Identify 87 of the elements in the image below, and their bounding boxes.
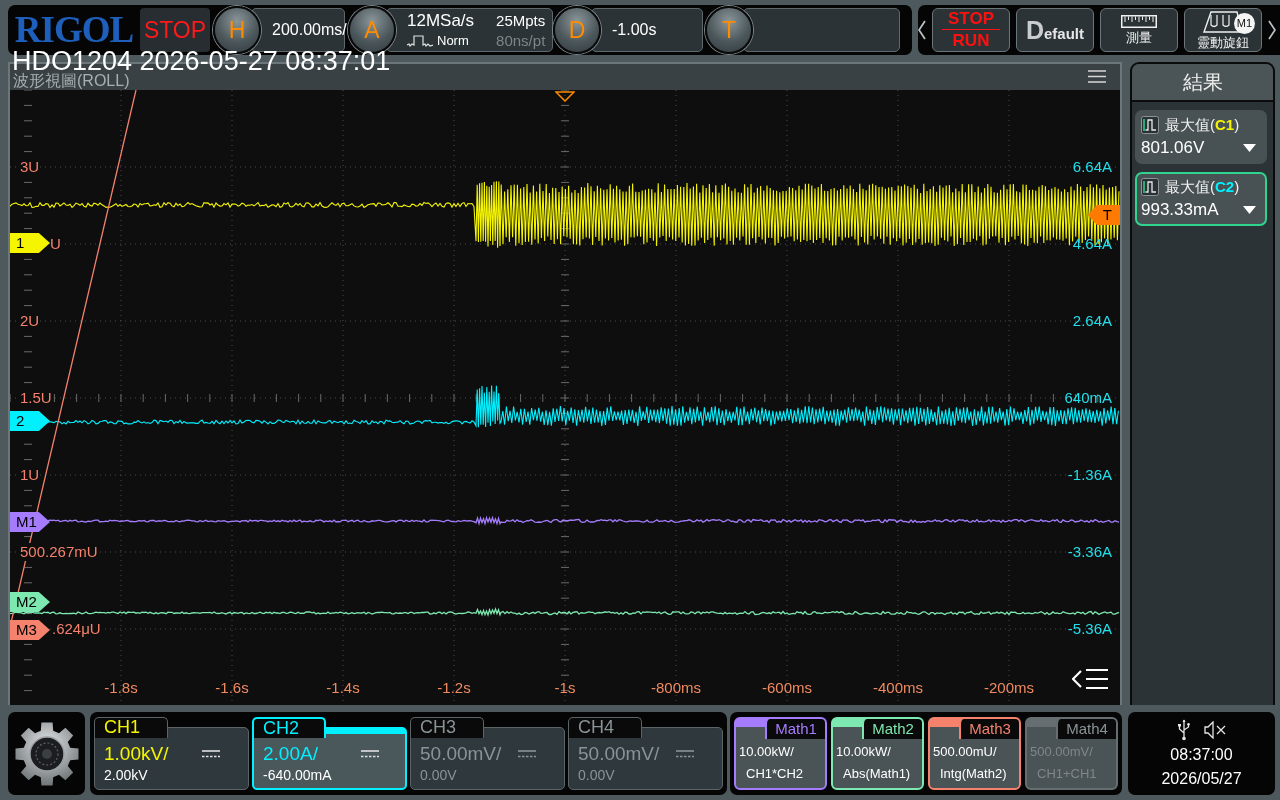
time-label: -1.6s bbox=[215, 679, 249, 697]
scale-label: 640mA bbox=[1064, 389, 1112, 407]
channel-scale: 50.00mV/ bbox=[420, 742, 503, 766]
scale-label: 2.64A bbox=[1072, 312, 1112, 330]
measurement-item[interactable]: 最大值(C1) 801.06V bbox=[1135, 110, 1267, 164]
dc-coupling-icon bbox=[361, 750, 379, 758]
menu-collapse-icon[interactable] bbox=[1072, 668, 1108, 690]
scale-label: -1.36A bbox=[1067, 466, 1112, 484]
knob-button[interactable]: M1 靈動旋鈕 bbox=[1184, 8, 1262, 52]
dc-coupling-icon bbox=[676, 750, 694, 758]
math-scale: 10.00kW/ bbox=[836, 744, 892, 760]
trigger-level-marker: T bbox=[1088, 205, 1120, 225]
math-card[interactable]: Math2 10.00kW/ Abs(Math1) bbox=[831, 717, 924, 790]
pulse-measure-icon bbox=[1141, 178, 1159, 196]
scale-label: 6.64A bbox=[1072, 158, 1112, 176]
ruler-icon bbox=[1121, 15, 1157, 28]
sample-interval: 80ns/pt bbox=[496, 31, 546, 50]
clock-time: 08:37:00 bbox=[1170, 744, 1233, 765]
brand-logo: RIGOL bbox=[13, 12, 135, 48]
sample-rate: 12MSa/s bbox=[407, 10, 475, 31]
channel-scale: 1.00kV/ bbox=[104, 742, 170, 766]
math-tab: Math2 bbox=[862, 719, 922, 739]
math-card[interactable]: Math3 500.00mU/ Intg(Math2) bbox=[928, 717, 1021, 790]
channel-scale: 2.00A/ bbox=[263, 742, 319, 766]
time-label: -1.4s bbox=[326, 679, 360, 697]
mute-icon[interactable] bbox=[1203, 720, 1226, 739]
math-scale: 500.00mU/ bbox=[933, 744, 998, 760]
pulse-measure-icon bbox=[1141, 116, 1159, 134]
math-tab: Math1 bbox=[765, 719, 825, 739]
channel-offset: 0.00V bbox=[578, 766, 616, 784]
channel-marker: 2 bbox=[10, 411, 50, 431]
channel-offset: -640.00mA bbox=[263, 766, 333, 784]
measurement-label: 最大值(C1) bbox=[1165, 115, 1240, 135]
math-scale: 10.00kW/ bbox=[739, 744, 795, 760]
chevron-left-icon[interactable] bbox=[918, 20, 926, 40]
math-source: Abs(Math1) bbox=[842, 766, 912, 782]
channel-tab[interactable]: CH3 bbox=[410, 717, 484, 738]
pulse-icon bbox=[407, 34, 433, 47]
math-tab: Math4 bbox=[1056, 719, 1116, 739]
channel-scale: 50.00mV/ bbox=[578, 742, 661, 766]
channel-marker: M1 bbox=[10, 512, 50, 532]
math-card[interactable]: Math1 10.00kW/ CH1*CH2 bbox=[734, 717, 827, 790]
measurement-value: 993.33mA bbox=[1141, 199, 1219, 221]
measurement-value: 801.06V bbox=[1141, 137, 1205, 159]
dc-coupling-icon bbox=[202, 750, 220, 758]
time-label: -1.2s bbox=[437, 679, 471, 697]
time-label: -600ms bbox=[762, 679, 812, 697]
default-button[interactable]: Default bbox=[1016, 8, 1094, 52]
math-tab: Math3 bbox=[959, 719, 1019, 739]
channel-marker: M2 bbox=[10, 592, 50, 612]
channel-offset: 2.00kV bbox=[104, 766, 149, 784]
delay-readout: -1.00s bbox=[591, 8, 703, 52]
time-label: -1.8s bbox=[104, 679, 138, 697]
run-status: STOP bbox=[140, 8, 210, 52]
time-label: -400ms bbox=[873, 679, 923, 697]
time-label: -200ms bbox=[984, 679, 1034, 697]
time-label: -800ms bbox=[651, 679, 701, 697]
channel-marker: M3 bbox=[10, 620, 50, 640]
math-source: CH1*CH2 bbox=[745, 766, 805, 782]
channel-tab[interactable]: CH4 bbox=[568, 717, 642, 738]
measurement-label: 最大值(C2) bbox=[1165, 177, 1240, 197]
memory-depth: 25Mpts bbox=[496, 11, 546, 30]
chevron-right-icon[interactable] bbox=[1268, 20, 1276, 40]
measurement-item[interactable]: 最大值(C2) 993.33mA bbox=[1135, 172, 1267, 226]
acquisition-mode: Norm bbox=[437, 32, 469, 49]
gear-logo-icon[interactable] bbox=[13, 720, 80, 787]
usb-icon bbox=[1177, 718, 1190, 741]
dropdown-caret-icon[interactable] bbox=[1243, 206, 1256, 214]
panel-title: 波形視圖(ROLL) bbox=[13, 72, 130, 89]
dropdown-caret-icon[interactable] bbox=[1243, 144, 1256, 152]
scale-label: 500.267mU bbox=[20, 543, 98, 561]
measure-button[interactable]: 測量 bbox=[1100, 8, 1178, 52]
scale-label: -3.36A bbox=[1067, 543, 1112, 561]
channel-offset: 0.00V bbox=[420, 766, 458, 784]
knob-badge: M1 bbox=[1234, 13, 1255, 34]
scale-label: -5.36A bbox=[1067, 620, 1112, 638]
channel-tab[interactable]: CH2 bbox=[252, 717, 326, 738]
menu-icon[interactable] bbox=[1088, 70, 1106, 83]
channel-marker: 1 bbox=[10, 233, 50, 253]
time-label: -1s bbox=[554, 679, 576, 697]
scale-label: 4.64A bbox=[1072, 235, 1112, 253]
dc-coupling-icon bbox=[518, 750, 536, 758]
math-source: Intg(Math2) bbox=[939, 766, 1008, 782]
results-title: 結果 bbox=[1132, 64, 1273, 102]
trigger-position-icon bbox=[555, 91, 575, 102]
clock-date: 2026/05/27 bbox=[1161, 768, 1242, 789]
channel-tab[interactable]: CH1 bbox=[94, 717, 168, 738]
